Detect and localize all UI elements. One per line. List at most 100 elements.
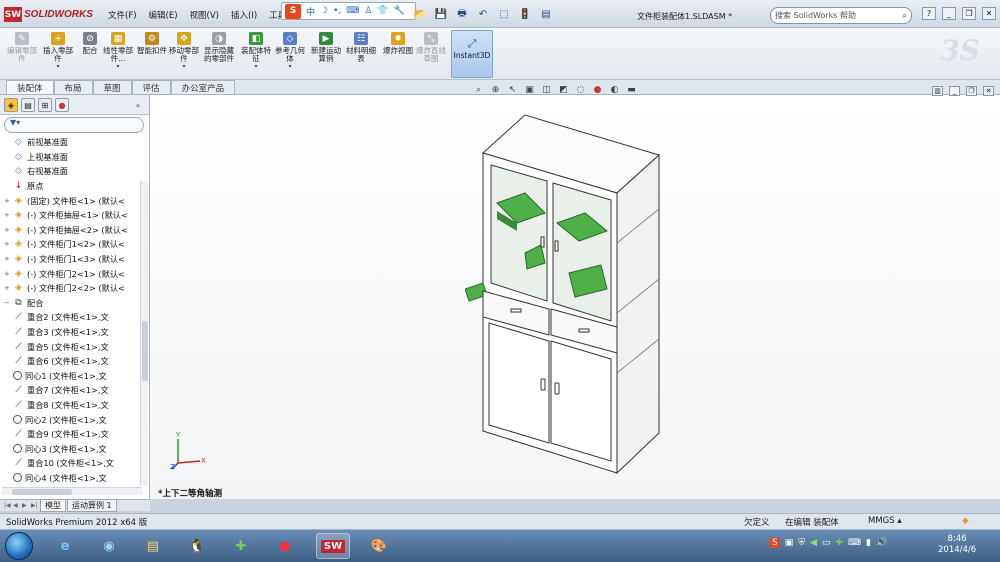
minimize-button[interactable]: _: [942, 7, 956, 20]
dropdown-icon[interactable]: ▾: [254, 63, 257, 71]
solidworks-taskbar-icon[interactable]: SW: [316, 533, 350, 559]
tab-next-icon[interactable]: ▶: [22, 502, 30, 509]
tree-item[interactable]: ◇ 前视基准面: [4, 135, 149, 150]
glass-door-right[interactable]: [552, 182, 612, 322]
print-icon[interactable]: 🖶: [454, 7, 470, 21]
punct-icon[interactable]: •,: [333, 6, 341, 16]
tree-item[interactable]: ⟋ 重合5 (文件柜<1>,文: [4, 339, 149, 354]
lower-door-right[interactable]: [550, 340, 612, 462]
section-view-icon[interactable]: ▣: [523, 84, 536, 96]
scrollbar-thumb[interactable]: [142, 321, 148, 381]
new-motion-study-button[interactable]: ▶ 新建运动算例: [308, 32, 344, 78]
expand-icon[interactable]: +: [4, 211, 13, 219]
update-icon[interactable]: ◀: [810, 538, 817, 548]
lower-door-left[interactable]: [488, 322, 550, 444]
tree-item[interactable]: ⟋ 重合6 (文件柜<1>,文: [4, 354, 149, 369]
tree-item[interactable]: 同心3 (文件柜<1>,文: [4, 441, 149, 456]
status-rebuild-icon[interactable]: ◆: [962, 516, 969, 526]
drawer-handle[interactable]: [578, 328, 590, 333]
signal-icon[interactable]: ▮: [866, 538, 871, 548]
network-icon[interactable]: ▣: [785, 538, 794, 548]
volume-icon[interactable]: 🔊: [876, 538, 887, 548]
tree-item[interactable]: ⟋ 重合2 (文件柜<1>,文: [4, 310, 149, 325]
dropdown-icon[interactable]: ▾: [182, 63, 185, 71]
tree-item[interactable]: + ◈ (-) 文件柜门1<3> (默认<: [4, 252, 149, 267]
sogou-icon[interactable]: S: [285, 3, 301, 19]
paint-icon[interactable]: 🎨: [362, 533, 396, 559]
door-handle[interactable]: [540, 236, 545, 248]
expand-icon[interactable]: +: [4, 226, 13, 234]
moon-icon[interactable]: ☽: [320, 6, 328, 16]
tree-item[interactable]: 同心4 (文件柜<1>,文: [4, 471, 149, 485]
ime-toolbar[interactable]: S 中 ☽ •, ⌨ ♙ 👕 🔧: [281, 2, 416, 20]
tree-item[interactable]: + ◈ (-) 文件柜抽屉<1> (默认<: [4, 208, 149, 223]
expand-icon[interactable]: +: [4, 270, 13, 278]
tree-item[interactable]: 同心1 (文件柜<1>,文: [4, 369, 149, 384]
tree-vertical-scrollbar[interactable]: [140, 181, 148, 485]
tree-item[interactable]: + ◈ (-) 文件柜门2<2> (默认<: [4, 281, 149, 296]
feature-tree-icon[interactable]: ◈: [4, 98, 18, 112]
tree-item[interactable]: + ◈ (固定) 文件柜<1> (默认<: [4, 193, 149, 208]
tab-model[interactable]: 模型: [40, 499, 66, 512]
tree-item[interactable]: ⟋ 重合10 (文件柜<1>,文: [4, 456, 149, 471]
status-units[interactable]: MMGS ▴: [868, 516, 902, 526]
menu-edit[interactable]: 编辑(E): [149, 9, 178, 21]
rebuild-icon[interactable]: 🚦: [517, 7, 533, 21]
viewport-minimize-button[interactable]: _: [949, 86, 960, 96]
zoom-to-fit-icon[interactable]: ⌕: [472, 84, 485, 96]
tree-item[interactable]: 同心2 (文件柜<1>,文: [4, 412, 149, 427]
display-style-icon[interactable]: ◩: [557, 84, 570, 96]
expand-icon[interactable]: +: [4, 197, 13, 205]
media-player-icon[interactable]: ◉: [92, 533, 126, 559]
tree-horizontal-scrollbar[interactable]: [2, 487, 142, 495]
door-handle[interactable]: [554, 240, 559, 252]
view-settings-icon[interactable]: ▬: [625, 84, 638, 96]
ie-icon[interactable]: e: [48, 533, 82, 559]
ime-mode[interactable]: 中: [306, 5, 315, 18]
explorer-icon[interactable]: ▤: [136, 533, 170, 559]
tab-last-icon[interactable]: ▶|: [31, 502, 39, 509]
filter-input[interactable]: ▼▾: [4, 117, 144, 133]
view-orientation-icon[interactable]: ◫: [540, 84, 553, 96]
search-icon[interactable]: ⌕: [903, 11, 907, 21]
menu-view[interactable]: 视图(V): [190, 9, 219, 21]
tree-item[interactable]: + ◈ (-) 文件柜门2<1> (默认<: [4, 266, 149, 281]
edit-component-button[interactable]: ✎ 编辑零部件: [4, 32, 40, 78]
drawer-handle[interactable]: [510, 308, 522, 313]
expand-icon[interactable]: +: [4, 240, 13, 248]
tree-item[interactable]: + ◈ (-) 文件柜门1<2> (默认<: [4, 237, 149, 252]
previous-view-icon[interactable]: ↖: [506, 84, 519, 96]
tree-item[interactable]: ↓ 原点: [4, 179, 149, 194]
menu-file[interactable]: 文件(F): [108, 9, 137, 21]
open-icon[interactable]: 📂: [412, 7, 428, 21]
dropdown-icon[interactable]: ▾: [56, 63, 59, 71]
graphics-area[interactable]: ⌕ ⊕ ↖ ▣ ◫ ◩ ◌ ● ◐ ▬ ▥ _ ❐ ✕ Y X Z *上下二等角…: [150, 85, 1000, 499]
glass-door-left[interactable]: [490, 164, 548, 302]
expand-icon[interactable]: −: [4, 299, 13, 307]
user-icon[interactable]: ♙: [364, 6, 372, 16]
apply-scene-icon[interactable]: ◐: [608, 84, 621, 96]
zoom-area-icon[interactable]: ⊕: [489, 84, 502, 96]
bom-button[interactable]: ☷ 材料明细表: [343, 32, 379, 78]
door-handle[interactable]: [554, 382, 560, 395]
tree-item[interactable]: ⟋ 重合9 (文件柜<1>,文: [4, 427, 149, 442]
security-tray-icon[interactable]: ✚: [835, 538, 843, 548]
battery-icon[interactable]: ▭: [822, 538, 831, 548]
reference-geometry-button[interactable]: ◇ 参考几何体 ▾: [272, 32, 308, 78]
tab-prev-icon[interactable]: ◀: [13, 502, 21, 509]
security-icon[interactable]: ✚: [224, 533, 258, 559]
expand-icon[interactable]: +: [4, 255, 13, 263]
solidworks-logo[interactable]: SW SOLIDWORKS: [4, 6, 93, 23]
property-manager-icon[interactable]: ▤: [21, 98, 35, 112]
tab-assembly[interactable]: 装配体: [6, 80, 54, 94]
smart-fastener-button[interactable]: ⚙ 智能扣件: [134, 32, 170, 78]
skin-icon[interactable]: 👕: [377, 6, 388, 16]
help-search[interactable]: 搜索 SolidWorks 帮助 ⌕: [770, 7, 912, 24]
help-icon[interactable]: ?: [922, 7, 936, 20]
wrench-icon[interactable]: 🔧: [394, 6, 405, 16]
linear-pattern-button[interactable]: ▦ 线性零部件... ▾: [100, 32, 136, 78]
tree-item[interactable]: ⟋ 重合3 (文件柜<1>,文: [4, 325, 149, 340]
viewport-tile-icon[interactable]: ▥: [932, 86, 943, 96]
dropdown-icon[interactable]: ▾: [288, 63, 291, 71]
save-icon[interactable]: 💾: [433, 7, 449, 21]
